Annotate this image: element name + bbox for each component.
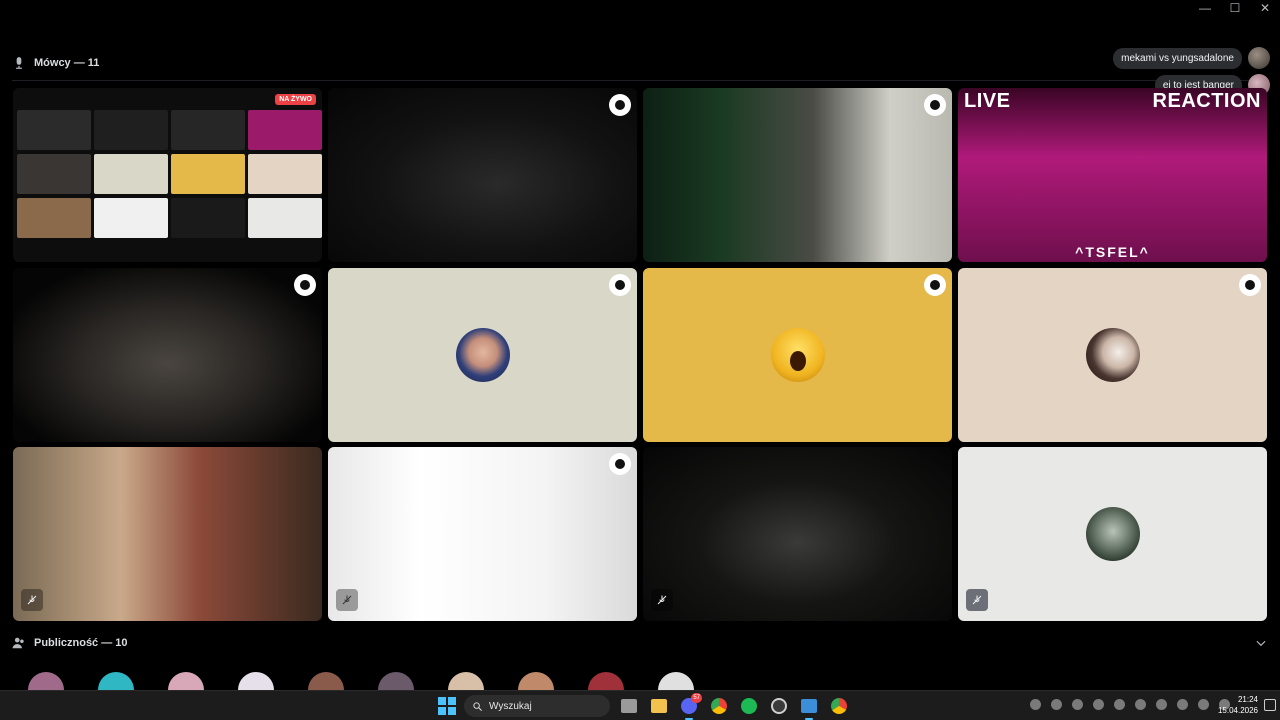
close-button[interactable]: ✕	[1258, 2, 1272, 14]
screen-share-preview	[171, 154, 245, 194]
live-badge: NA ŻYWO	[275, 94, 316, 105]
hand-raise-icon	[294, 274, 316, 296]
microphone-icon[interactable]	[1177, 699, 1188, 710]
task-view-button[interactable]	[618, 695, 640, 717]
avatar[interactable]	[448, 672, 484, 690]
clock-time: 21:24	[1237, 695, 1258, 704]
file-explorer-icon[interactable]	[648, 695, 670, 717]
avatar-tile[interactable]	[958, 268, 1267, 442]
avatar-tile[interactable]	[328, 268, 637, 442]
avatar[interactable]	[308, 672, 344, 690]
avatar[interactable]	[518, 672, 554, 690]
microphone-icon	[16, 57, 22, 69]
start-button[interactable]	[438, 697, 456, 715]
avatar-tile[interactable]	[958, 447, 1267, 621]
window-controls: — ☐ ✕	[1198, 2, 1272, 14]
avatar[interactable]	[238, 672, 274, 690]
screen-share-tile[interactable]: NA ŻYWO	[13, 88, 322, 262]
discord-icon[interactable]: 57	[678, 693, 702, 720]
muted-icon	[21, 589, 43, 611]
video-tile[interactable]	[13, 447, 322, 621]
notifications-icon[interactable]	[1264, 699, 1276, 711]
stream-live-text: LIVE	[964, 90, 1011, 112]
video-tile[interactable]	[643, 88, 952, 262]
screen-share-preview	[94, 110, 168, 150]
taskbar-apps: Wyszukaj 57	[438, 693, 850, 720]
tray-app-icon[interactable]	[1051, 699, 1062, 710]
audience-header: Publiczność — 10	[12, 636, 128, 650]
tray-chevron-icon[interactable]	[1030, 699, 1041, 710]
screen-share-preview	[248, 198, 322, 238]
system-tray	[1030, 699, 1230, 710]
avatar[interactable]	[28, 672, 64, 690]
clock[interactable]: 21:24 15.04.2026	[1218, 694, 1258, 716]
avatar[interactable]	[168, 672, 204, 690]
chevron-down-icon[interactable]	[1254, 636, 1268, 650]
minimize-button[interactable]: —	[1198, 2, 1212, 14]
discord-badge: 57	[691, 693, 702, 703]
search-icon	[473, 701, 482, 711]
search-placeholder: Wyszukaj	[489, 700, 532, 712]
avatar	[455, 328, 510, 382]
muted-icon	[966, 589, 988, 611]
network-icon[interactable]	[1198, 699, 1209, 710]
screen-share-preview	[94, 154, 168, 194]
audience-list	[0, 672, 1280, 690]
header-divider	[12, 80, 1268, 81]
maximize-button[interactable]: ☐	[1228, 2, 1242, 14]
avatar-tile[interactable]	[643, 268, 952, 442]
speakers-label: Mówcy — 11	[34, 57, 100, 69]
video-tile[interactable]	[13, 268, 322, 442]
tray-app-icon[interactable]	[1093, 699, 1104, 710]
tray-app-icon[interactable]	[1135, 699, 1146, 710]
avatar	[1085, 507, 1140, 561]
video-grid: NA ŻYWO LIVE REACTION ^TSFEL^	[13, 88, 1267, 622]
screen-share-preview	[171, 198, 245, 238]
avatar	[770, 328, 825, 382]
people-icon	[12, 637, 24, 649]
hand-raise-icon	[609, 453, 631, 475]
screen-share-preview	[17, 110, 91, 150]
clock-date: 15.04.2026	[1217, 706, 1258, 715]
screen-share-preview	[248, 154, 322, 194]
screen-share-preview	[17, 198, 91, 238]
speakers-header: Mówcy — 11	[12, 56, 99, 70]
avatar[interactable]	[378, 672, 414, 690]
tray-app-icon[interactable]	[1156, 699, 1167, 710]
hand-raise-icon	[924, 94, 946, 116]
chat-message[interactable]: mekami vs yungsadalone	[1113, 47, 1270, 69]
hand-raise-icon	[609, 274, 631, 296]
avatar[interactable]	[658, 672, 694, 690]
avatar[interactable]	[98, 672, 134, 690]
video-tile[interactable]: LIVE REACTION ^TSFEL^	[958, 88, 1267, 262]
screen-share-preview	[171, 110, 245, 150]
tray-app-icon[interactable]	[1114, 699, 1125, 710]
video-tile[interactable]	[328, 88, 637, 262]
taskbar-search[interactable]: Wyszukaj	[464, 695, 610, 717]
hand-raise-icon	[924, 274, 946, 296]
notepad-icon[interactable]	[798, 695, 820, 720]
screen-share-preview	[94, 198, 168, 238]
avatar	[1248, 47, 1270, 69]
screen-share-preview	[248, 110, 322, 150]
avatar	[1085, 328, 1140, 382]
spotify-icon[interactable]	[738, 695, 760, 717]
muted-icon	[651, 589, 673, 611]
chat-message-text: mekami vs yungsadalone	[1113, 47, 1242, 69]
chrome-icon[interactable]	[708, 695, 730, 717]
app-icon[interactable]	[768, 695, 790, 717]
muted-icon	[336, 589, 358, 611]
video-tile[interactable]	[328, 447, 637, 621]
tray-app-icon[interactable]	[1072, 699, 1083, 710]
avatar[interactable]	[588, 672, 624, 690]
stream-handle-text: ^TSFEL^	[1075, 244, 1150, 260]
audience-label: Publiczność — 10	[34, 637, 128, 649]
hand-raise-icon	[1239, 274, 1261, 296]
screen-share-preview	[17, 154, 91, 194]
chrome-icon[interactable]	[828, 695, 850, 717]
taskbar: Wyszukaj 57 21:24 15.04.2026	[0, 690, 1280, 720]
stream-reaction-text: REACTION	[1152, 90, 1261, 112]
hand-raise-icon	[609, 94, 631, 116]
video-tile[interactable]	[643, 447, 952, 621]
